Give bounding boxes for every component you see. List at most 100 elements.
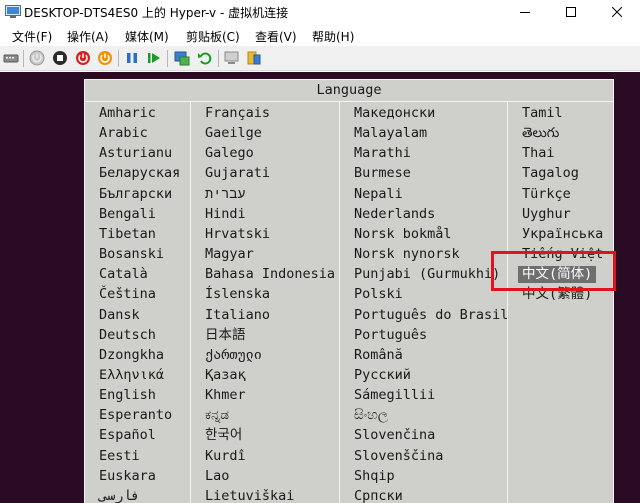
- language-option[interactable]: Português: [354, 327, 427, 344]
- start-icon[interactable]: [29, 50, 45, 66]
- language-option[interactable]: Русский: [354, 367, 411, 384]
- toolbar: [0, 46, 640, 71]
- menu-bar: 文件(F) 操作(A) 媒体(M) 剪贴板(C) 查看(V) 帮助(H): [0, 24, 640, 46]
- language-option[interactable]: Dansk: [99, 307, 140, 324]
- language-option[interactable]: Português do Brasil: [354, 307, 508, 324]
- language-option[interactable]: Burmese: [354, 165, 411, 182]
- language-option[interactable]: Español: [99, 427, 156, 444]
- language-option[interactable]: 日本語: [205, 327, 246, 344]
- language-option[interactable]: 한국어: [205, 427, 242, 444]
- language-option[interactable]: Norsk nynorsk: [354, 246, 460, 263]
- menu-media[interactable]: 媒体(M): [125, 28, 169, 45]
- language-option[interactable]: සිංහල: [354, 407, 388, 424]
- language-option[interactable]: Íslenska: [205, 286, 270, 303]
- column-divider: [339, 102, 340, 503]
- language-option[interactable]: Hindi: [205, 206, 246, 223]
- language-option[interactable]: Norsk bokmål: [354, 226, 452, 243]
- maximize-icon: [566, 7, 576, 17]
- close-icon: [612, 7, 622, 17]
- language-option[interactable]: Slovenčina: [354, 427, 435, 444]
- language-option[interactable]: Euskara: [99, 468, 156, 485]
- language-option[interactable]: Punjabi (Gurmukhi): [354, 266, 500, 283]
- language-option[interactable]: Italiano: [205, 307, 270, 324]
- language-option[interactable]: Қазақ: [205, 367, 246, 384]
- language-option[interactable]: Македонски: [354, 105, 435, 122]
- language-option[interactable]: Sámegillii: [354, 387, 435, 404]
- minimize-icon: [520, 12, 530, 13]
- language-option[interactable]: Thai: [522, 145, 555, 162]
- language-option[interactable]: Amharic: [99, 105, 156, 122]
- title-bar: DESKTOP-DTS4ES0 上的 Hyper-v - 虚拟机连接: [0, 0, 640, 24]
- menu-clipboard[interactable]: 剪贴板(C): [186, 28, 240, 45]
- menu-file[interactable]: 文件(F): [12, 28, 52, 45]
- language-option[interactable]: Bosanski: [99, 246, 164, 263]
- language-option[interactable]: Tamil: [522, 105, 563, 122]
- share-icon[interactable]: [246, 50, 262, 66]
- language-option[interactable]: Malayalam: [354, 125, 427, 142]
- language-option[interactable]: Deutsch: [99, 327, 156, 344]
- hyper-v-app-icon: [5, 5, 21, 18]
- enhanced-session-icon[interactable]: [224, 50, 240, 66]
- language-option[interactable]: Беларуская: [99, 165, 180, 182]
- language-option[interactable]: Bahasa Indonesia: [205, 266, 335, 283]
- language-option[interactable]: Marathi: [354, 145, 411, 162]
- language-option[interactable]: Nederlands: [354, 206, 435, 223]
- language-option[interactable]: తెలుగు: [522, 125, 559, 142]
- language-option[interactable]: Dzongkha: [99, 347, 164, 364]
- selection-highlight-box: [491, 251, 616, 291]
- pause-icon[interactable]: [124, 50, 140, 66]
- language-option[interactable]: Nepali: [354, 186, 403, 203]
- minimize-button[interactable]: [502, 0, 548, 24]
- language-option[interactable]: Magyar: [205, 246, 254, 263]
- close-button[interactable]: [594, 0, 640, 24]
- language-option[interactable]: Lietuviškai: [205, 488, 294, 503]
- language-option[interactable]: Gujarati: [205, 165, 270, 182]
- language-option[interactable]: Polski: [354, 286, 403, 303]
- language-option[interactable]: Ελληνικά: [99, 367, 164, 384]
- language-option[interactable]: Kurdî: [205, 448, 246, 465]
- revert-icon[interactable]: [197, 50, 213, 66]
- shut-down-icon[interactable]: [75, 50, 91, 66]
- language-option[interactable]: Română: [354, 347, 403, 364]
- language-option[interactable]: Hrvatski: [205, 226, 270, 243]
- language-option[interactable]: Lao: [205, 468, 229, 485]
- language-option[interactable]: Galego: [205, 145, 254, 162]
- language-option[interactable]: Српски: [354, 488, 403, 503]
- ctrl-alt-del-icon[interactable]: [3, 50, 19, 66]
- resume-icon[interactable]: [146, 50, 162, 66]
- language-option[interactable]: עברית: [205, 186, 246, 203]
- language-option[interactable]: Shqip: [354, 468, 395, 485]
- language-dialog: Language Amharic Arabic Asturianu Беларуска…: [84, 79, 614, 503]
- language-option[interactable]: Български: [99, 186, 172, 203]
- language-option[interactable]: ქართული: [205, 347, 262, 364]
- toolbar-separator: [23, 50, 24, 67]
- language-option[interactable]: Tibetan: [99, 226, 156, 243]
- menu-help[interactable]: 帮助(H): [312, 28, 354, 45]
- menu-view[interactable]: 查看(V): [255, 28, 297, 45]
- language-option[interactable]: English: [99, 387, 156, 404]
- menu-action[interactable]: 操作(A): [67, 28, 109, 45]
- language-option[interactable]: Eesti: [99, 448, 140, 465]
- maximize-button[interactable]: [548, 0, 594, 24]
- language-option[interactable]: ಕನ್ನಡ: [205, 407, 229, 424]
- language-option[interactable]: Čeština: [99, 286, 156, 303]
- language-option[interactable]: Türkçe: [522, 186, 571, 203]
- turn-off-icon[interactable]: [52, 50, 68, 66]
- language-option[interactable]: Asturianu: [99, 145, 172, 162]
- language-option[interactable]: Khmer: [205, 387, 246, 404]
- language-option[interactable]: Català: [99, 266, 148, 283]
- language-option[interactable]: Tagalog: [522, 165, 579, 182]
- language-option[interactable]: Esperanto: [99, 407, 172, 424]
- language-option[interactable]: Uyghur: [522, 206, 571, 223]
- checkpoint-icon[interactable]: [174, 50, 190, 66]
- language-option[interactable]: Français: [205, 105, 270, 122]
- language-option[interactable]: Gaeilge: [205, 125, 262, 142]
- language-option[interactable]: Українська: [522, 226, 603, 243]
- language-option[interactable]: Bengali: [99, 206, 156, 223]
- language-option[interactable]: فارسی: [99, 488, 140, 503]
- toolbar-separator: [118, 50, 119, 67]
- toolbar-separator: [218, 50, 219, 67]
- language-option[interactable]: Slovenščina: [354, 448, 443, 465]
- save-icon[interactable]: [97, 50, 113, 66]
- language-option[interactable]: Arabic: [99, 125, 148, 142]
